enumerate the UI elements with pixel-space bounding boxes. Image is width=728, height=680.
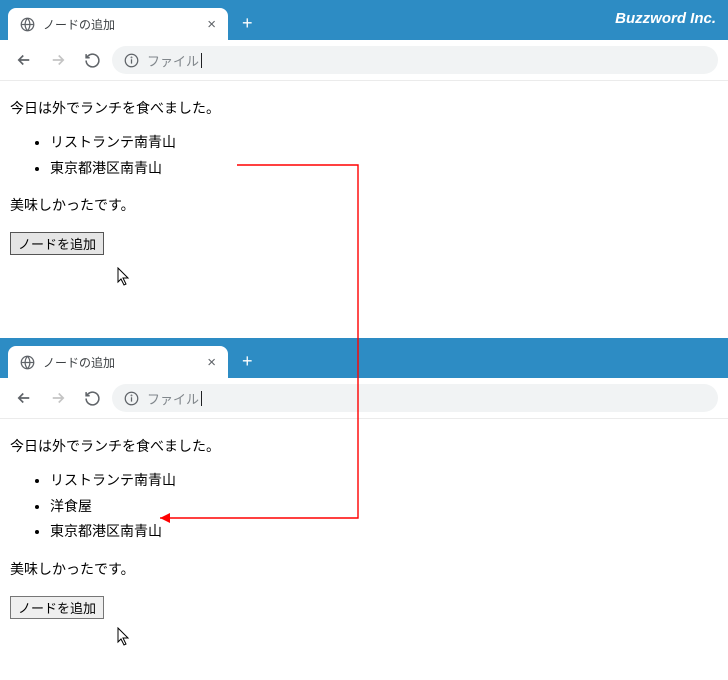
page-content: 今日は外でランチを食べました。 リストランテ南青山 東京都港区南青山 美味しかっ… (0, 81, 728, 277)
add-node-button[interactable]: ノードを追加 (10, 232, 104, 255)
browser-window-2: ノードの追加 × + ファイル 今日は外でランチを食べました。 リストランテ南青… (0, 338, 728, 641)
globe-icon (20, 17, 35, 32)
text-cursor (201, 391, 202, 406)
page-content: 今日は外でランチを食べました。 リストランテ南青山 洋食屋 東京都港区南青山 美… (0, 419, 728, 641)
paragraph-before: 今日は外でランチを食べました。 (10, 97, 718, 121)
close-icon[interactable]: × (205, 16, 218, 33)
address-text: ファイル (147, 51, 199, 70)
paragraph-after: 美味しかったです。 (10, 194, 718, 218)
toolbar: ファイル (0, 40, 728, 81)
list-item: 洋食屋 (50, 495, 718, 519)
close-icon[interactable]: × (205, 354, 218, 371)
add-node-button[interactable]: ノードを追加 (10, 596, 104, 619)
list-item: リストランテ南青山 (50, 469, 718, 493)
brand-label: Buzzword Inc. (615, 10, 716, 27)
titlebar: ノードの追加 × + Buzzword Inc. (0, 0, 728, 40)
toolbar: ファイル (0, 378, 728, 419)
reload-button[interactable] (78, 384, 106, 412)
list-item: 東京都港区南青山 (50, 520, 718, 544)
list: リストランテ南青山 洋食屋 東京都港区南青山 (10, 469, 718, 544)
list-item: リストランテ南青山 (50, 131, 718, 155)
globe-icon (20, 355, 35, 370)
address-bar[interactable]: ファイル (112, 384, 718, 412)
list-item: 東京都港区南青山 (50, 157, 718, 181)
tab-title: ノードの追加 (43, 354, 205, 371)
titlebar: ノードの追加 × + (0, 338, 728, 378)
back-button[interactable] (10, 46, 38, 74)
address-text: ファイル (147, 389, 199, 408)
tab-title: ノードの追加 (43, 16, 205, 33)
back-button[interactable] (10, 384, 38, 412)
info-icon (124, 53, 139, 68)
tab-active[interactable]: ノードの追加 × (8, 346, 228, 378)
forward-button[interactable] (44, 384, 72, 412)
info-icon (124, 391, 139, 406)
paragraph-before: 今日は外でランチを食べました。 (10, 435, 718, 459)
address-bar[interactable]: ファイル (112, 46, 718, 74)
reload-button[interactable] (78, 46, 106, 74)
paragraph-after: 美味しかったです。 (10, 558, 718, 582)
new-tab-button[interactable]: + (242, 13, 253, 34)
forward-button[interactable] (44, 46, 72, 74)
browser-window-1: ノードの追加 × + Buzzword Inc. ファイル 今日は外でランチを食… (0, 0, 728, 300)
tab-active[interactable]: ノードの追加 × (8, 8, 228, 40)
text-cursor (201, 53, 202, 68)
list: リストランテ南青山 東京都港区南青山 (10, 131, 718, 181)
new-tab-button[interactable]: + (242, 351, 253, 372)
